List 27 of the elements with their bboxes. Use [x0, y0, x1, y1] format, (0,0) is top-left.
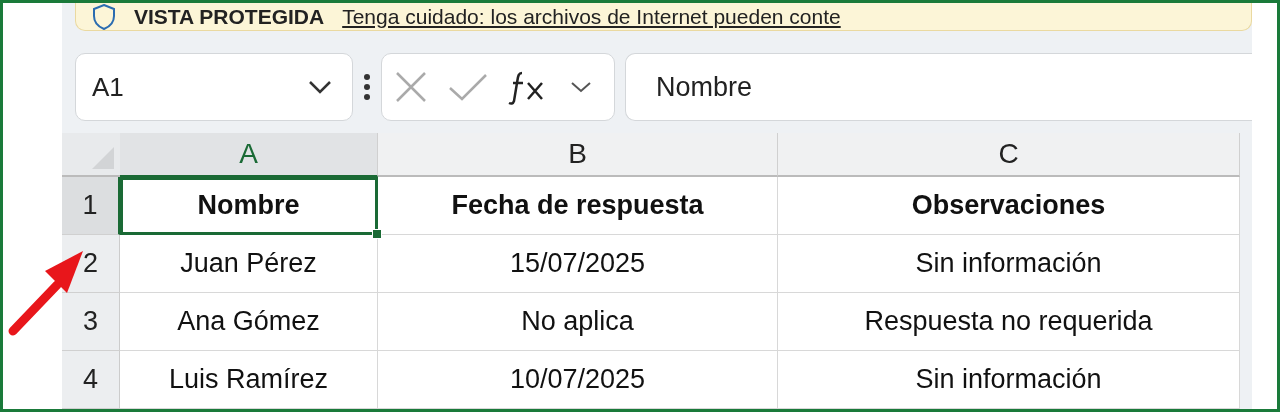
- banner-title: VISTA PROTEGIDA: [134, 4, 325, 29]
- table-cell[interactable]: Sin información: [778, 235, 1240, 293]
- table-cell[interactable]: Observaciones: [778, 177, 1240, 235]
- table-cell[interactable]: Luis Ramírez: [120, 351, 378, 409]
- row-header[interactable]: 4: [62, 351, 120, 409]
- table-cell[interactable]: Ana Gómez: [120, 293, 378, 351]
- more-vertical-icon[interactable]: [363, 72, 371, 102]
- fill-handle[interactable]: [372, 229, 382, 239]
- table-cell[interactable]: 15/07/2025: [378, 235, 778, 293]
- table-cell[interactable]: Juan Pérez: [120, 235, 378, 293]
- formula-field[interactable]: Nombre: [625, 53, 1252, 121]
- banner-message-link[interactable]: Tenga cuidado: los archivos de Internet pueden conte: [342, 4, 841, 29]
- chevron-down-icon[interactable]: [570, 81, 592, 93]
- row-header[interactable]: 1: [62, 177, 120, 235]
- shield-icon: [92, 3, 116, 30]
- checkmark-icon[interactable]: [448, 72, 488, 102]
- row-header[interactable]: 3: [62, 293, 120, 351]
- table-cell[interactable]: Fecha de respuesta: [378, 177, 778, 235]
- column-header[interactable]: A: [120, 133, 378, 177]
- table-cell[interactable]: Respuesta no requerida: [778, 293, 1240, 351]
- column-header[interactable]: C: [778, 133, 1240, 177]
- column-header[interactable]: B: [378, 133, 778, 177]
- table-cell[interactable]: 10/07/2025: [378, 351, 778, 409]
- name-box[interactable]: A1: [75, 53, 353, 121]
- chevron-down-icon: [308, 80, 332, 94]
- table-cell[interactable]: Sin información: [778, 351, 1240, 409]
- table-cell[interactable]: No aplica: [378, 293, 778, 351]
